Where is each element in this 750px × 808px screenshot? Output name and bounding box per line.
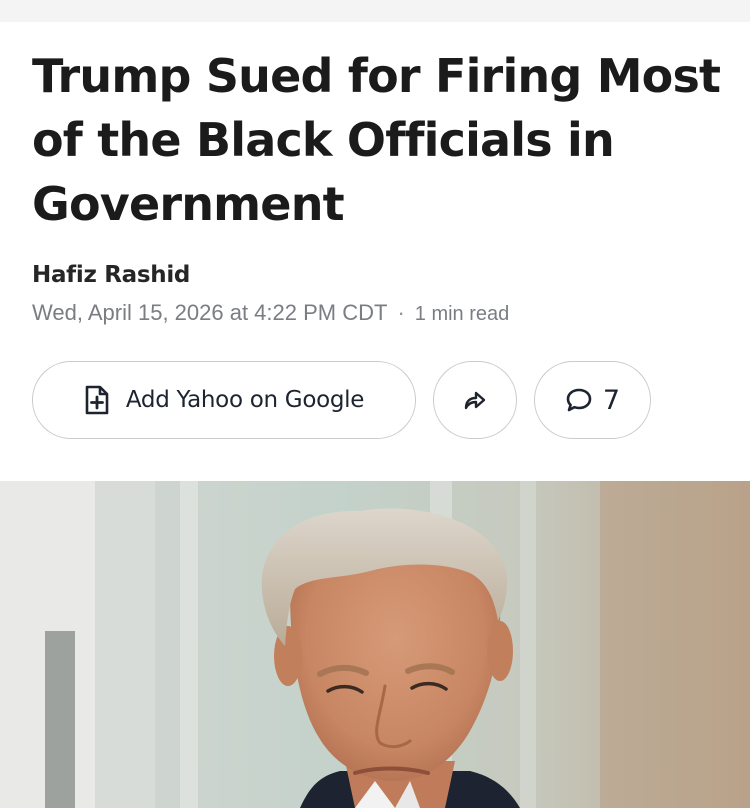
article-headline: Trump Sued for Firing Most of the Black …	[32, 49, 721, 231]
add-source-label: Add Yahoo on Google	[125, 387, 365, 413]
share-arrow-icon	[463, 390, 487, 410]
add-yahoo-on-google-button[interactable]: Add Yahoo on Google	[32, 361, 416, 439]
publish-date: Wed, April 15, 2026 at 4:22 PM CDT	[32, 300, 388, 325]
hero-photo	[0, 481, 750, 808]
comments-count: 7	[602, 384, 621, 416]
share-button[interactable]	[433, 361, 517, 439]
read-time: 1 min read	[414, 303, 510, 325]
author-name[interactable]: Hafiz Rashid	[32, 262, 190, 288]
comment-bubble-icon	[565, 387, 593, 413]
article-meta: Wed, April 15, 2026 at 4:22 PM CDT · 1 min…	[32, 300, 509, 326]
meta-separator: ·	[397, 300, 405, 325]
top-divider-strip	[0, 0, 750, 22]
article-header: Trump Sued for Firing Most of the Black …	[32, 44, 722, 236]
add-document-icon	[84, 385, 110, 415]
comments-button[interactable]: 7	[534, 361, 651, 439]
